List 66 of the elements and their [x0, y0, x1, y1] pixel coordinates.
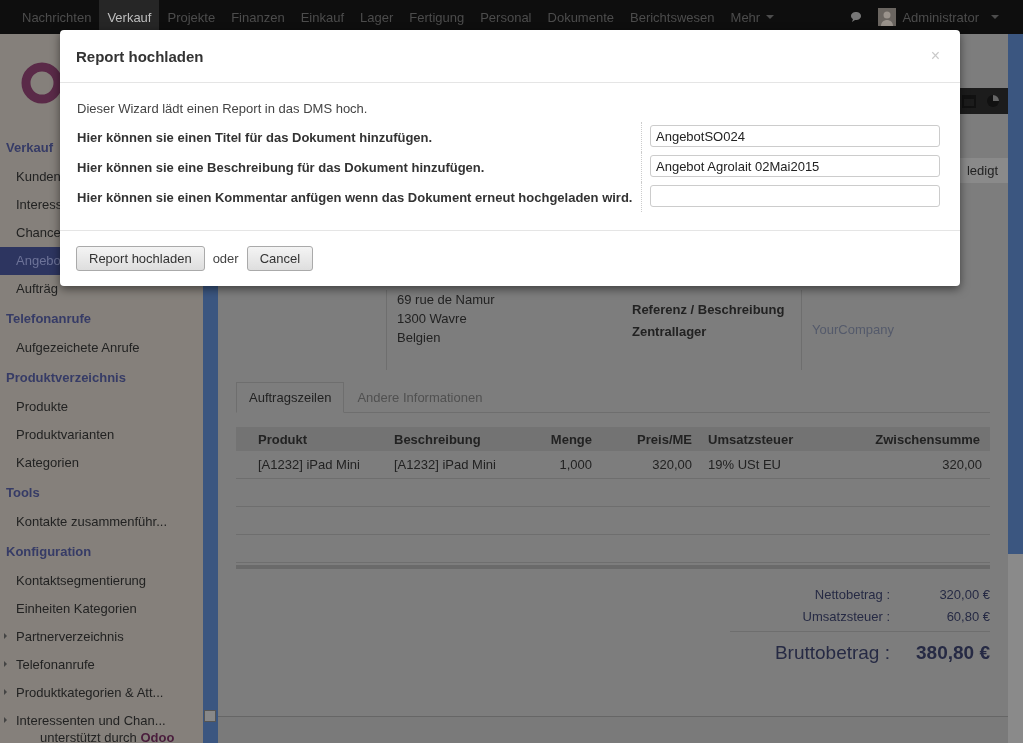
sidebar-item[interactable]: Aufgezeichete Anrufe	[0, 334, 203, 362]
sidebar-item[interactable]: Kontakte zusammenführ...	[0, 508, 203, 536]
total-label: Bruttobetrag :	[773, 642, 890, 664]
separator-text: oder	[212, 251, 239, 266]
section-heading: Konfiguration	[5, 543, 93, 561]
input-field[interactable]	[650, 185, 940, 207]
column-header[interactable]: Umsatzsteuer	[700, 431, 830, 447]
column-header[interactable]: Menge	[522, 431, 600, 447]
total-label: Umsatzsteuer :	[801, 608, 890, 624]
powered-by-text: unterstützt durch Odoo	[40, 730, 175, 743]
section-heading: Verkauf	[5, 139, 54, 157]
user-menu[interactable]: Administrator	[878, 8, 999, 26]
section-heading: Produktverzeichnis	[5, 369, 127, 387]
avatar-icon	[878, 8, 897, 26]
menu-item[interactable]: Finanzen	[223, 0, 293, 34]
address-line: 1300 Wavre	[397, 311, 468, 328]
menu-item[interactable]: Projekte	[159, 0, 224, 34]
field-label: Hier können sie eine Beschreibung für das Dokument hinzufügen.	[77, 152, 642, 182]
sidebar-item[interactable]: Produktkategorien & Att...	[0, 679, 203, 707]
cancel-button[interactable]: Cancel	[246, 246, 314, 271]
menu-item[interactable]: Mehr	[722, 0, 783, 34]
total-label: Nettobetrag :	[813, 586, 890, 602]
sidebar-item[interactable]: Telefonanrufe	[0, 651, 203, 679]
field-label: Referenz / Beschreibung	[632, 302, 786, 319]
table-cell-text: [A1232] iPad Mini	[393, 457, 497, 472]
pie-chart-icon[interactable]	[986, 94, 1000, 108]
field-label: Hier können sie einen Kommentar anfügen wenn das Dokument erneut hochgeladen wird.	[77, 182, 642, 212]
table-cell-text: 320,00	[941, 457, 983, 472]
section-heading: Telefonanrufe	[5, 310, 92, 328]
column-header[interactable]: Zwischensumme	[830, 431, 988, 447]
address-line: 69 rue de Namur	[397, 292, 496, 309]
sidebar-item[interactable]: Partnerverzeichnis	[0, 623, 203, 651]
total-value: 60,80 €	[945, 608, 990, 624]
table-cell-text: [A1232] iPad Mini	[257, 457, 361, 472]
input-field[interactable]: Angebot Agrolait 02Mai2015	[650, 155, 940, 177]
field-label: Zentrallager	[632, 324, 708, 341]
sidebar-item[interactable]: Produkte	[0, 393, 203, 421]
sidebar-item[interactable]: Einheiten Kategorien	[0, 595, 203, 623]
table-cell-text: 19% USt EU	[707, 457, 782, 472]
table-cell-text: 1,000	[558, 457, 593, 472]
menu-item[interactable]: Personal	[472, 0, 540, 34]
section-heading: Tools	[5, 484, 41, 502]
input-field[interactable]: AngebotSO024	[650, 125, 940, 147]
total-value: 380,80 €	[915, 642, 990, 664]
sidebar-item[interactable]: Kategorien	[0, 449, 203, 477]
sidebar-item[interactable]: Kontaktsegmentierung	[0, 567, 203, 595]
column-header[interactable]: Preis/ME	[600, 431, 700, 447]
table-cell-text: 320,00	[651, 457, 693, 472]
dialog-title: Report hochladen	[76, 47, 204, 65]
tab[interactable]: Auftragszeilen	[236, 382, 345, 413]
menu-item[interactable]: Einkauf	[292, 0, 353, 34]
intro-text: Dieser Wizard lädt einen Report in das DMS hoch.	[77, 101, 369, 116]
menu-item[interactable]: Nachrichten	[14, 0, 100, 34]
menu-item[interactable]: Berichtswesen	[622, 0, 723, 34]
total-value: 320,00 €	[938, 586, 990, 602]
scroll-down-icon[interactable]	[204, 710, 216, 722]
column-header[interactable]: Beschreibung	[386, 431, 522, 447]
scrollbar[interactable]	[1008, 34, 1023, 743]
menu-item[interactable]: Dokumente	[539, 0, 622, 34]
column-header[interactable]: Produkt	[236, 431, 386, 447]
field-label: Hier können sie einen Titel für das Dokument hinzufügen.	[77, 122, 642, 152]
address-line: Belgien	[397, 330, 442, 347]
sidebar-item[interactable]: Produktvarianten	[0, 421, 203, 449]
menu-item[interactable]: Fertigung	[401, 0, 473, 34]
menu-item[interactable]: Lager	[352, 0, 402, 34]
upload-button[interactable]: Report hochladen	[76, 246, 205, 271]
